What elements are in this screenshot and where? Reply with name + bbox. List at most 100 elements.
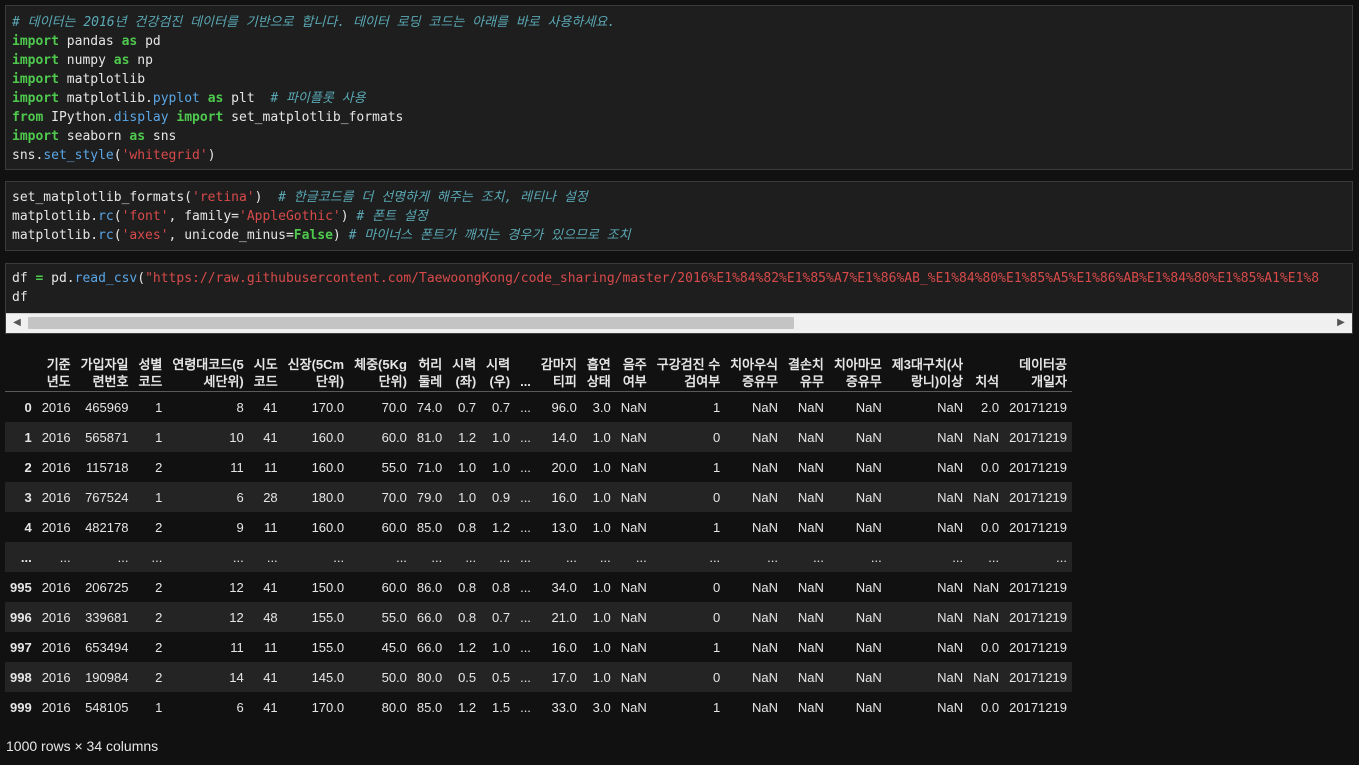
table-cell: 17.0 [551, 669, 577, 685]
table-cell: NaN [752, 489, 779, 505]
table-cell: 12 [229, 579, 244, 595]
table-cell: 0.0 [981, 639, 1000, 655]
table-cell: NaN [855, 399, 882, 415]
column-header-line: 결손치 [788, 357, 824, 372]
table-cell: NaN [752, 399, 779, 415]
table-cell: 41 [263, 669, 278, 685]
table-cell: 2016 [41, 429, 71, 445]
table-cell: NaN [620, 699, 647, 715]
table-cell: 2 [155, 609, 163, 625]
table-cell: 60.0 [381, 519, 407, 535]
code-token: rc [98, 228, 114, 243]
table-cell: 0 [712, 609, 721, 625]
scrollbar-thumb[interactable] [28, 317, 794, 329]
code-cell-matplotlib-settings[interactable]: set_matplotlib_formats('retina') # 한글코드를… [5, 181, 1353, 251]
table-cell: 1.5 [492, 699, 511, 715]
table-cell: ... [520, 549, 531, 565]
table-cell: 0.0 [981, 519, 1000, 535]
column-header: 치아마모 증유무 [828, 344, 887, 392]
table-cell: NaN [797, 399, 824, 415]
code-line: matplotlib.rc('font', family='AppleGothi… [12, 207, 1346, 226]
table-cell: NaN [620, 519, 647, 535]
table-cell: NaN [797, 459, 824, 475]
table-cell: 170.0 [311, 399, 345, 415]
table-cell: 50.0 [381, 669, 407, 685]
table-cell: 1 [712, 459, 721, 475]
code-line: from IPython.display import set_matplotl… [12, 108, 1346, 127]
table-cell: NaN [752, 579, 779, 595]
code-token: numpy [58, 53, 114, 68]
scroll-left-arrow-icon[interactable]: ◀ [12, 317, 22, 329]
table-cell: 1 [155, 699, 163, 715]
column-header-line: 감마지 [540, 357, 577, 372]
table-cell: 1 [712, 639, 721, 655]
code-line: set_matplotlib_formats('retina') # 한글코드를… [12, 188, 1346, 207]
table-cell: 0.5 [458, 669, 477, 685]
code-editor[interactable]: # 데이터는 2016년 건강검진 데이터를 기반으로 합니다. 데이터 로딩 … [6, 13, 1352, 165]
column-header-line: 시력 [486, 357, 511, 372]
code-token: , unicode_minus= [168, 228, 294, 243]
column-header-line: 시도 [253, 357, 278, 372]
table-cell: 41 [263, 399, 278, 415]
row-index: 997 [10, 639, 32, 655]
table-cell: 2 [155, 669, 163, 685]
table-cell: ... [635, 549, 647, 565]
table-cell: 150.0 [311, 579, 345, 595]
table-cell: NaN [973, 609, 1000, 625]
table-cell: 160.0 [311, 429, 345, 445]
code-cell-imports[interactable]: # 데이터는 2016년 건강검진 데이터를 기반으로 합니다. 데이터 로딩 … [5, 5, 1353, 170]
table-cell: NaN [752, 429, 779, 445]
table-cell: 0.0 [981, 699, 1000, 715]
table-cell: NaN [855, 429, 882, 445]
table-cell: 8 [236, 399, 244, 415]
table-cell: NaN [937, 699, 964, 715]
table-cell: 11 [264, 639, 278, 655]
table-cell: 13.0 [551, 519, 577, 535]
table-cell: 6 [236, 489, 244, 505]
table-cell: ... [520, 669, 531, 685]
table-cell: 11 [264, 519, 278, 535]
table-cell: NaN [752, 609, 779, 625]
table-cell: NaN [855, 579, 882, 595]
column-header-line: 시력 [452, 357, 477, 372]
table-cell: 0.7 [492, 609, 511, 625]
column-header-line: 유무 [799, 374, 824, 389]
table-cell: 21.0 [551, 609, 577, 625]
code-editor[interactable]: df = pd.read_csv("https://raw.githubuser… [6, 269, 1352, 307]
code-token: 'retina' [192, 190, 255, 205]
code-editor[interactable]: set_matplotlib_formats('retina') # 한글코드를… [6, 188, 1352, 245]
column-header-line: ... [520, 374, 531, 389]
column-header: 가입자일 련번호 [75, 344, 134, 392]
table-row: 0 2016 465969 1 8 41 170.0 70.0 74.0 0.7 0.7... 96.… [5, 391, 1072, 422]
scroll-right-arrow-icon[interactable]: ▶ [1336, 317, 1346, 329]
table-cell: 2 [155, 639, 163, 655]
table-cell: NaN [797, 489, 824, 505]
code-token: import [12, 129, 59, 144]
row-index: 4 [24, 519, 32, 535]
row-index: ... [20, 549, 32, 565]
column-header-line: (우) [489, 374, 511, 389]
table-cell: NaN [937, 669, 964, 685]
table-cell: NaN [937, 579, 964, 595]
table-cell: ... [813, 549, 824, 565]
table-cell: 33.0 [551, 699, 577, 715]
table-cell: 48 [263, 609, 278, 625]
table-cell: ... [151, 549, 163, 565]
table-cell: NaN [620, 399, 647, 415]
code-token: set_style [43, 148, 114, 163]
table-cell: 180.0 [311, 489, 345, 505]
code-token: ) [332, 228, 349, 243]
table-cell: ... [520, 609, 531, 625]
dataframe-output-table: 기준 년도 가입자일 련번호 성별 코드 연령대코드(5 세단위) 시도 코드 신장(5Cm 단위) 체… [5, 344, 1072, 722]
code-token: ( [113, 209, 122, 224]
horizontal-scrollbar[interactable]: ◀ ▶ [6, 313, 1352, 333]
code-cell-read-csv[interactable]: df = pd.read_csv("https://raw.githubuser… [5, 263, 1353, 334]
table-cell: 2.0 [981, 399, 1000, 415]
table-cell: 206725 [85, 579, 129, 595]
table-cell: NaN [620, 579, 647, 595]
table-row: 1 2016 565871 1 10 41 160.0 60.0 81.0 1.2 1.0... 14… [5, 422, 1072, 452]
code-line: import seaborn as sns [12, 127, 1346, 146]
table-cell: 2 [155, 579, 163, 595]
table-cell: 20171219 [1009, 489, 1067, 505]
code-token: matplotlib. [58, 91, 153, 106]
